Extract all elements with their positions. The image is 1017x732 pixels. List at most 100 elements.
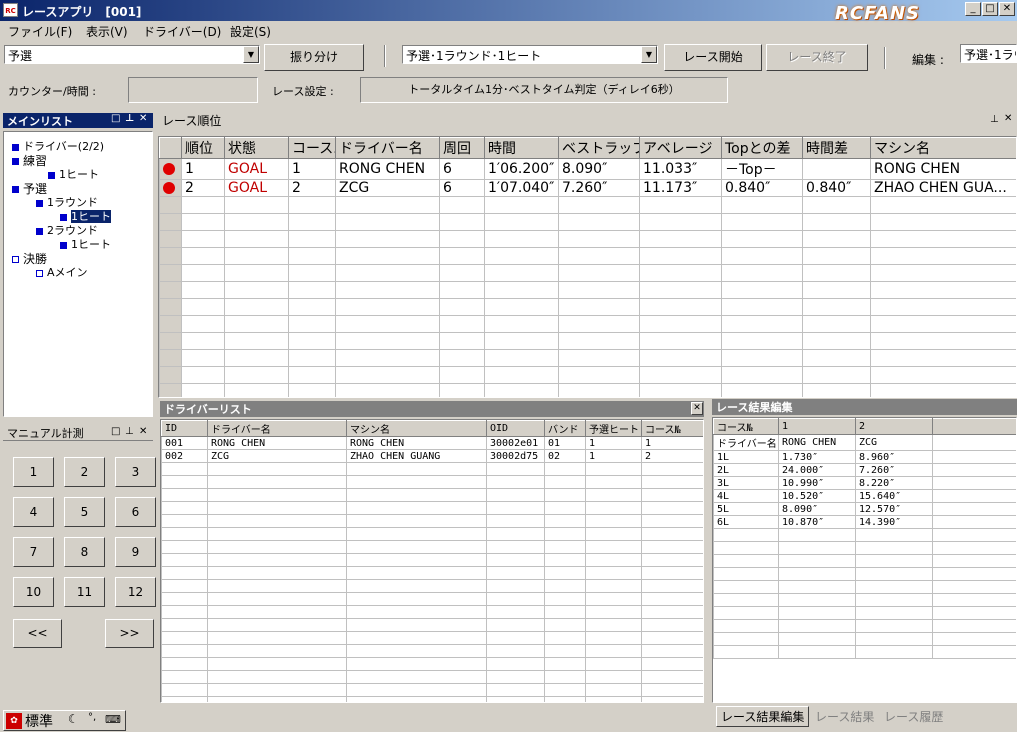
cell-course: 2 xyxy=(288,179,336,197)
pin-icon[interactable]: ⊥ xyxy=(125,113,134,124)
col-header-status[interactable]: 状態 xyxy=(224,137,289,159)
next-button[interactable]: >> xyxy=(105,619,154,648)
category-select[interactable]: 予選 ▼ xyxy=(4,45,260,64)
edit-label: 編集 : xyxy=(912,53,944,67)
restore-icon[interactable]: □ xyxy=(111,426,120,437)
chevron-down-icon[interactable]: ▼ xyxy=(243,46,259,63)
col-header-oid[interactable]: OID xyxy=(486,420,545,437)
table-row[interactable]: ドライバー名 RONG CHEN ZCG xyxy=(713,434,1016,451)
table-row[interactable]: 6L 10.870″ 14.390″ xyxy=(713,515,1016,529)
key-4-button[interactable]: 4 xyxy=(13,497,54,527)
tab-history[interactable]: レース履歴 xyxy=(884,708,943,725)
tree-node-practice[interactable]: 練習 xyxy=(12,152,47,169)
key-1-button[interactable]: 1 xyxy=(13,457,54,487)
close-icon[interactable]: ✕ xyxy=(691,402,703,415)
col-header-rank[interactable]: 順位 xyxy=(181,137,225,159)
col-header-time[interactable]: 時間 xyxy=(484,137,559,159)
prev-button[interactable]: << xyxy=(13,619,62,648)
punctuation-icon[interactable]: °, xyxy=(88,712,96,723)
close-icon[interactable]: ✕ xyxy=(1004,113,1012,124)
col-header-driver[interactable]: ドライバー名 xyxy=(335,137,440,159)
key-12-button[interactable]: 12 xyxy=(115,577,156,607)
col-header-machine[interactable]: マシン名 xyxy=(870,137,1016,159)
ime-logo-icon[interactable]: ✿ xyxy=(6,713,22,729)
col-header-course[interactable]: コース№ xyxy=(713,418,779,435)
table-row[interactable]: 3L 10.990″ 8.220″ xyxy=(713,476,1016,490)
col-header-course[interactable]: コース№ xyxy=(641,420,703,437)
col-header-course[interactable]: コース... xyxy=(288,137,336,159)
keyboard-icon[interactable]: ⌨ xyxy=(105,713,121,726)
table-row[interactable]: 2 GOAL 2 ZCG 6 1′07.040″ 7.260″ 11.173″ … xyxy=(159,179,1016,197)
table-row[interactable]: 4L 10.520″ 15.640″ xyxy=(713,489,1016,503)
close-icon[interactable]: ✕ xyxy=(139,426,147,437)
table-row[interactable]: 1 GOAL 1 RONG CHEN 6 1′06.200″ 8.090″ 11… xyxy=(159,158,1016,180)
col-header-course-2[interactable]: 2 xyxy=(855,418,933,435)
edit-select[interactable]: 予選･1ラウ xyxy=(960,44,1017,63)
key-6-button[interactable]: 6 xyxy=(115,497,156,527)
assign-button[interactable]: 振り分け xyxy=(264,44,364,71)
menu-driver[interactable]: ドライバー(D) xyxy=(143,23,221,40)
pin-icon[interactable]: ⊥ xyxy=(125,426,134,437)
cell-lap-time: 10.990″ xyxy=(778,476,856,490)
window-title: レースアプリ [001] xyxy=(22,5,142,19)
race-end-button[interactable]: レース終了 xyxy=(766,44,868,71)
key-5-button[interactable]: 5 xyxy=(64,497,105,527)
col-header-marker[interactable] xyxy=(159,137,182,159)
main-list-tree: ドライバー(2/2) 練習 1ヒート 予選 1ラウンド 1ヒート 2ラウンド 1… xyxy=(3,131,153,417)
tree-node-round2-heat1[interactable]: 1ヒート xyxy=(60,236,111,252)
col-header-time-gap[interactable]: 時間差 xyxy=(802,137,871,159)
empty-row xyxy=(161,644,703,658)
tab-result[interactable]: レース結果 xyxy=(815,708,874,725)
col-header-id[interactable]: ID xyxy=(161,420,208,437)
close-icon[interactable]: ✕ xyxy=(139,113,147,124)
tree-node-a-main[interactable]: Aメイン xyxy=(36,264,88,280)
tab-result-edit[interactable]: レース結果編集 xyxy=(716,706,810,727)
key-11-button[interactable]: 11 xyxy=(64,577,105,607)
empty-row xyxy=(159,264,1016,282)
empty-row xyxy=(161,540,703,554)
pin-icon[interactable]: ⊥ xyxy=(990,114,999,125)
heat-select[interactable]: 予選･1ラウンド･1ヒート ▼ xyxy=(402,45,658,64)
cell-empty xyxy=(932,476,1016,490)
table-row[interactable]: 2L 24.000″ 7.260″ xyxy=(713,463,1016,477)
key-10-button[interactable]: 10 xyxy=(13,577,54,607)
key-8-button[interactable]: 8 xyxy=(64,537,105,567)
col-header-average[interactable]: アベレージ xyxy=(639,137,722,159)
col-header-laps[interactable]: 周回 xyxy=(439,137,485,159)
ime-mode[interactable]: 標準 xyxy=(25,711,53,731)
empty-row xyxy=(713,528,1016,542)
col-header-qual-heat[interactable]: 予選ヒート xyxy=(585,420,642,437)
key-7-button[interactable]: 7 xyxy=(13,537,54,567)
col-header-machine[interactable]: マシン名 xyxy=(346,420,487,437)
restore-icon[interactable]: □ xyxy=(111,113,120,124)
key-9-button[interactable]: 9 xyxy=(115,537,156,567)
menu-file[interactable]: ファイル(F) xyxy=(8,23,72,40)
race-start-button[interactable]: レース開始 xyxy=(664,44,762,71)
key-2-button[interactable]: 2 xyxy=(64,457,105,487)
col-header-band[interactable]: バンド xyxy=(544,420,586,437)
chevron-down-icon[interactable]: ▼ xyxy=(641,46,657,63)
col-header-gap-top[interactable]: Topとの差 xyxy=(721,137,803,159)
maximize-button[interactable]: □ xyxy=(982,2,998,16)
close-button[interactable]: ✕ xyxy=(999,2,1015,16)
cell-empty xyxy=(932,463,1016,477)
cell-time: 1′06.200″ xyxy=(484,158,559,180)
menu-settings[interactable]: 設定(S) xyxy=(230,23,271,40)
key-3-button[interactable]: 3 xyxy=(115,457,156,487)
cell-course: 1 xyxy=(641,436,703,450)
tree-node-practice-heat1[interactable]: 1ヒート xyxy=(48,166,99,182)
table-row[interactable]: 002 ZCG ZHAO CHEN GUANG 30002d75 02 1 2 xyxy=(161,449,703,463)
moon-icon[interactable]: ☾ xyxy=(68,712,79,726)
menu-view[interactable]: 表示(V) xyxy=(86,23,128,40)
col-header-course-1[interactable]: 1 xyxy=(778,418,856,435)
minimize-button[interactable]: _ xyxy=(965,2,981,16)
col-header-best-lap[interactable]: ベストラップ xyxy=(558,137,640,159)
cell-driver: RONG CHEN xyxy=(207,436,347,450)
empty-row xyxy=(161,592,703,606)
table-row[interactable]: 001 RONG CHEN RONG CHEN 30002e01 01 1 1 xyxy=(161,436,703,450)
main-list-title: メインリスト xyxy=(7,115,73,128)
table-row[interactable]: 1L 1.730″ 8.960″ xyxy=(713,450,1016,464)
col-header-driver[interactable]: ドライバー名 xyxy=(207,420,347,437)
empty-row xyxy=(161,475,703,489)
table-row[interactable]: 5L 8.090″ 12.570″ xyxy=(713,502,1016,516)
